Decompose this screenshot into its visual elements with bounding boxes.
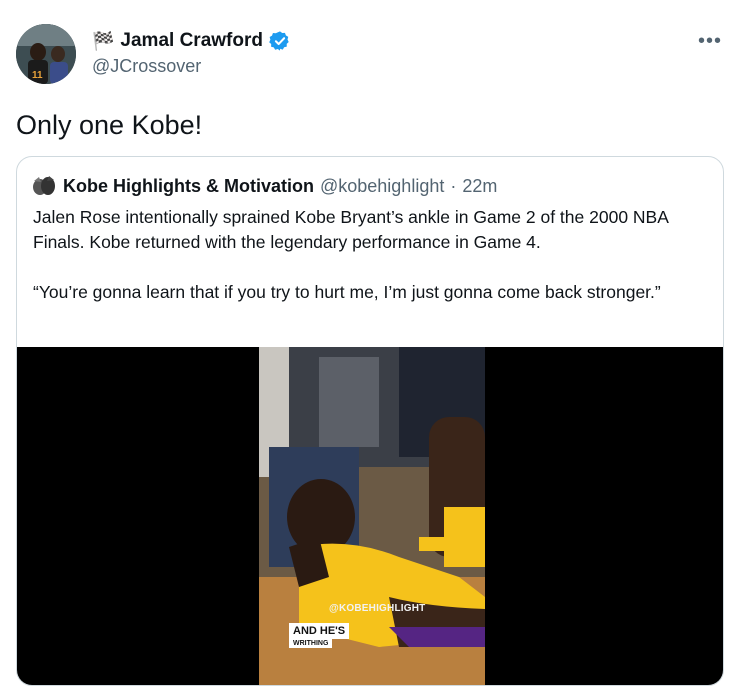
quoted-author-name[interactable]: Kobe Highlights & Motivation <box>63 176 314 197</box>
video-player[interactable]: @KOBEHIGHLIGHT AND HE'S WRITHING <box>17 347 723 685</box>
quoted-tweet[interactable]: Kobe Highlights & Motivation @kobehighli… <box>16 156 724 686</box>
verified-badge-icon <box>269 31 289 51</box>
quoted-paragraph: Jalen Rose intentionally sprained Kobe B… <box>33 207 668 252</box>
more-options-icon[interactable]: ••• <box>698 30 722 53</box>
separator-dot: · <box>450 175 457 196</box>
author-name[interactable]: Jamal Crawford <box>120 30 263 52</box>
quoted-tweet-header: Kobe Highlights & Motivation @kobehighli… <box>31 175 497 197</box>
quoted-timestamp[interactable]: 22m <box>462 176 497 197</box>
video-caption: AND HE'S <box>289 623 350 639</box>
quoted-tweet-body: Jalen Rose intentionally sprained Kobe B… <box>33 205 713 330</box>
video-watermark: @KOBEHIGHLIGHT <box>329 603 426 614</box>
svg-text:11: 11 <box>32 70 43 81</box>
video-frame[interactable]: @KOBEHIGHLIGHT AND HE'S WRITHING <box>259 347 485 685</box>
tweet-text: Only one Kobe! <box>16 110 203 140</box>
author-name-row[interactable]: 🏁 Jamal Crawford <box>92 30 291 52</box>
video-caption-secondary: WRITHING <box>289 639 333 648</box>
quoted-author-handle[interactable]: @kobehighlight <box>320 176 444 197</box>
author-avatar[interactable]: 11 <box>16 24 76 84</box>
author-handle[interactable]: @JCrossover <box>92 56 201 77</box>
checkered-flag-icon: 🏁 <box>92 30 115 51</box>
quoted-paragraph: “You’re gonna learn that if you try to h… <box>33 282 661 302</box>
quoted-author-avatar[interactable] <box>31 175 57 197</box>
